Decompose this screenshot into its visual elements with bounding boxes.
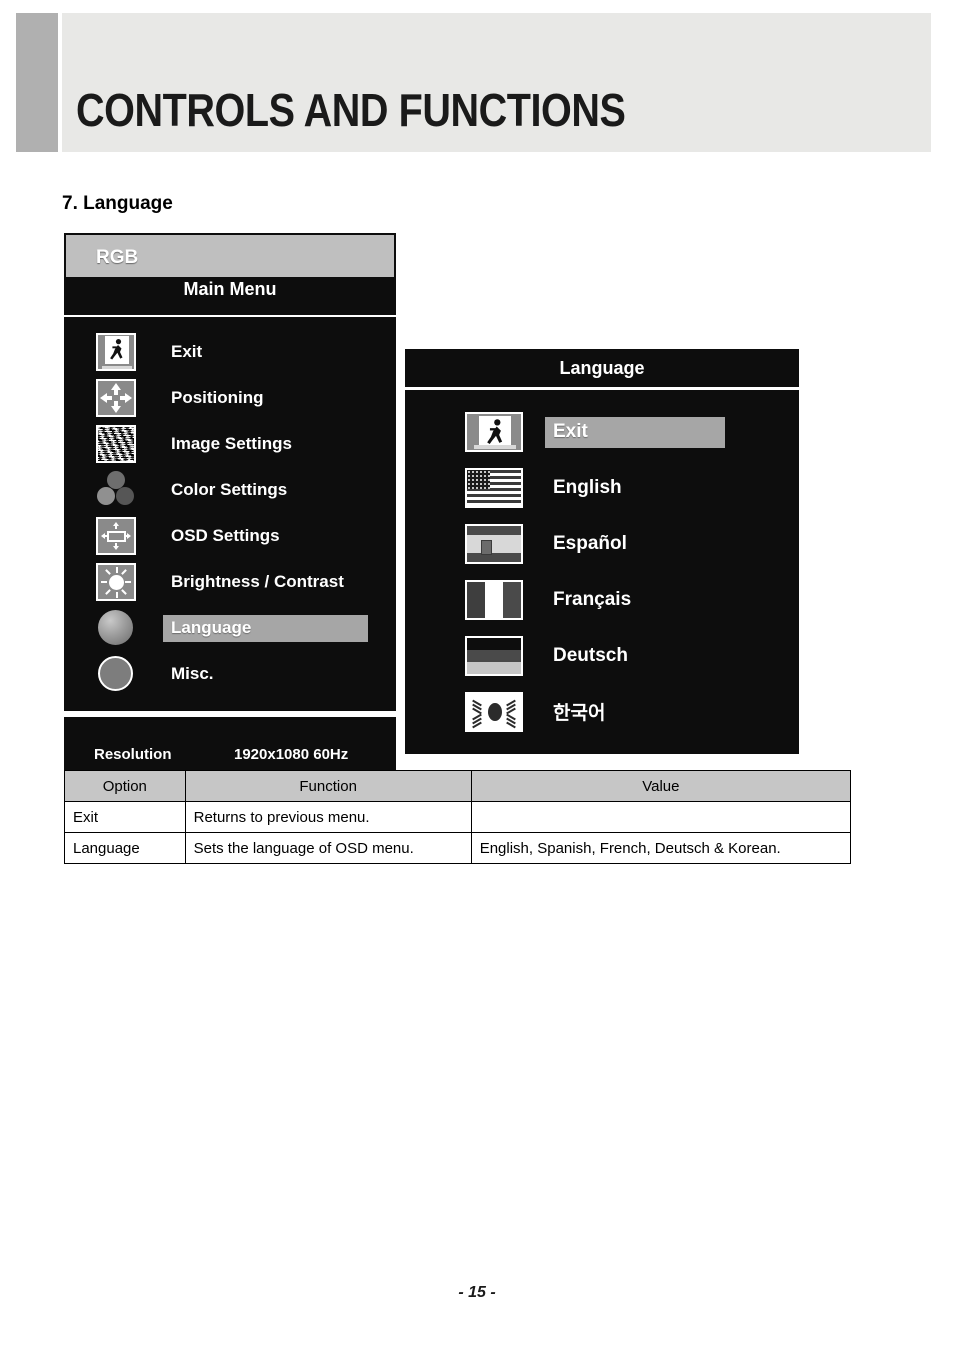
table-cell-option: Language	[64, 832, 186, 864]
menu-item-brightness-contrast[interactable]: Brightness / Contrast	[66, 559, 394, 605]
menu-item-label: Misc.	[171, 663, 214, 683]
table-header-value: Value	[470, 770, 852, 802]
menu-item-exit[interactable]: Exit	[66, 329, 394, 375]
language-item-label: Exit	[545, 416, 725, 448]
menu-item-misc[interactable]: Misc.	[66, 651, 394, 697]
exit-icon	[465, 412, 523, 452]
language-item-francais[interactable]: Français	[407, 572, 797, 628]
globe-icon	[96, 609, 136, 647]
color-circles-icon	[96, 471, 136, 509]
image-noise-icon	[96, 425, 136, 463]
flag-kr-icon	[465, 692, 523, 732]
circle-icon	[96, 655, 136, 693]
osd-main-menu-title: Main Menu	[183, 279, 277, 299]
header-accent-bar	[16, 13, 58, 152]
options-table: Option Function Value Exit Returns to pr…	[64, 770, 852, 864]
osd-main-menu-list: Exit Positioning Image Settings Color Se…	[64, 317, 396, 711]
language-item-exit[interactable]: Exit	[407, 404, 797, 460]
table-row: Exit Returns to previous menu.	[64, 801, 852, 833]
flag-fr-icon	[465, 580, 523, 620]
page-number: - 15 -	[458, 1284, 496, 1301]
positioning-arrows-icon	[96, 379, 136, 417]
menu-item-positioning[interactable]: Positioning	[66, 375, 394, 421]
osd-frame-icon	[96, 517, 136, 555]
menu-item-label: Positioning	[171, 387, 264, 407]
table-cell-option: Exit	[64, 801, 186, 833]
table-header-option: Option	[64, 770, 186, 802]
menu-item-language[interactable]: Language	[66, 605, 394, 651]
language-item-korean[interactable]: 한국어	[407, 684, 797, 740]
osd-language-header: Language	[405, 349, 799, 387]
table-cell-value	[470, 801, 852, 833]
table-row: Language Sets the language of OSD menu. …	[64, 832, 852, 864]
osd-arrows-glyph	[101, 522, 131, 550]
section-heading: 7. Language	[62, 193, 173, 214]
table-cell-function: Sets the language of OSD menu.	[184, 832, 472, 864]
osd-main-menu-panel: RGB Main Menu Exit Positioning Image Set…	[64, 233, 396, 773]
menu-item-label: Brightness / Contrast	[171, 571, 344, 591]
menu-item-color-settings[interactable]: Color Settings	[66, 467, 394, 513]
page-title: CONTROLS AND FUNCTIONS	[76, 84, 626, 136]
menu-item-label: Language	[163, 614, 368, 642]
language-item-label: Français	[553, 588, 632, 610]
resolution-label: Resolution	[94, 746, 172, 763]
menu-item-label: Color Settings	[171, 479, 288, 499]
osd-language-title: Language	[559, 358, 645, 378]
osd-language-panel: Language Exit English Español Français D…	[405, 349, 799, 754]
language-item-label: English	[553, 476, 622, 498]
osd-status-footer: Resolution 1920x1080 60Hz	[64, 717, 396, 773]
language-item-english[interactable]: English	[407, 460, 797, 516]
language-item-label: 한국어	[553, 703, 606, 724]
table-cell-function: Returns to previous menu.	[184, 801, 472, 833]
menu-item-label: Image Settings	[171, 433, 292, 453]
menu-item-image-settings[interactable]: Image Settings	[66, 421, 394, 467]
flag-es-icon	[465, 524, 523, 564]
table-cell-value: English, Spanish, French, Deutsch & Kore…	[470, 832, 852, 864]
flag-de-icon	[465, 636, 523, 676]
flag-us-icon	[465, 468, 523, 508]
osd-language-list: Exit English Español Français Deutsch 한국…	[405, 390, 799, 754]
exit-icon	[96, 333, 136, 371]
language-item-label: Deutsch	[553, 644, 628, 666]
language-item-espanol[interactable]: Español	[407, 516, 797, 572]
sun-icon	[96, 563, 136, 601]
menu-item-osd-settings[interactable]: OSD Settings	[66, 513, 394, 559]
running-man-glyph	[110, 339, 123, 360]
four-arrows-glyph	[100, 383, 132, 413]
running-man-glyph	[487, 419, 503, 444]
table-header-row: Option Function Value	[64, 770, 852, 802]
language-item-label: Español	[553, 532, 627, 554]
resolution-value: 1920x1080 60Hz	[234, 746, 349, 763]
language-item-deutsch[interactable]: Deutsch	[407, 628, 797, 684]
table-header-function: Function	[184, 770, 472, 802]
menu-item-label: Exit	[171, 341, 203, 361]
menu-item-label: OSD Settings	[171, 525, 280, 545]
osd-main-menu-header: RGB Main Menu	[64, 233, 396, 315]
osd-source-label: RGB	[96, 247, 139, 268]
